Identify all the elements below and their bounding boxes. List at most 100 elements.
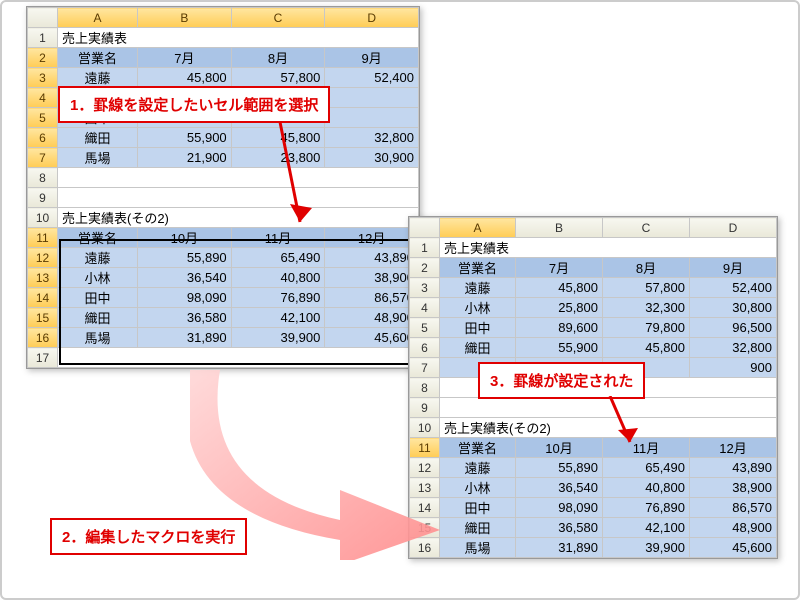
cell[interactable]: 36,580 [516,518,603,538]
cell[interactable]: 900 [690,358,777,378]
cell[interactable]: 11月 [231,228,325,248]
cell[interactable]: 30,900 [325,148,419,168]
cell[interactable]: 8月 [603,258,690,278]
cell[interactable]: 79,800 [603,318,690,338]
col-header-A[interactable]: A [440,218,516,238]
cell[interactable] [58,188,419,208]
cell[interactable]: 10月 [138,228,232,248]
cell[interactable]: 7月 [516,258,603,278]
row-header[interactable]: 3 [410,278,440,298]
col-header-D[interactable]: D [690,218,777,238]
cell[interactable]: 98,090 [138,288,232,308]
cell[interactable]: 76,890 [603,498,690,518]
cell[interactable]: 営業名 [440,438,516,458]
cell[interactable]: 45,800 [603,338,690,358]
cell[interactable]: 76,890 [231,288,325,308]
cell[interactable]: 25,800 [516,298,603,318]
row-header[interactable]: 2 [28,48,58,68]
row-header[interactable]: 2 [410,258,440,278]
row-header[interactable]: 16 [410,538,440,558]
cell[interactable]: 42,100 [603,518,690,538]
row-header[interactable]: 1 [410,238,440,258]
col-header-D[interactable]: D [325,8,419,28]
cell[interactable]: 織田 [440,518,516,538]
cell[interactable]: 39,900 [231,328,325,348]
row-header[interactable]: 4 [28,88,58,108]
cell[interactable]: 36,580 [138,308,232,328]
row-header[interactable]: 11 [410,438,440,458]
cell[interactable]: 96,500 [690,318,777,338]
row-header[interactable]: 4 [410,298,440,318]
row-header[interactable]: 14 [410,498,440,518]
cell[interactable]: 馬場 [58,328,138,348]
row-header[interactable]: 14 [28,288,58,308]
cell[interactable]: 40,800 [603,478,690,498]
cell[interactable]: 32,800 [325,128,419,148]
cell[interactable]: 田中 [440,498,516,518]
cell[interactable]: 43,890 [325,248,419,268]
cell[interactable]: 39,900 [603,538,690,558]
cell[interactable]: 織田 [440,338,516,358]
row-header[interactable]: 8 [28,168,58,188]
cell[interactable]: 55,900 [516,338,603,358]
cell[interactable]: 23,800 [231,148,325,168]
cell[interactable]: 10月 [516,438,603,458]
grid-before[interactable]: A B C D 1 売上実績表 2 営業名 7月 8月 9月 3 遠藤 45,8… [27,7,419,368]
cell[interactable]: 営業名 [58,228,138,248]
cell[interactable] [58,348,419,368]
cell[interactable]: 織田 [58,128,138,148]
cell[interactable]: 田中 [58,288,138,308]
cell[interactable]: 営業名 [440,258,516,278]
corner-cell[interactable] [410,218,440,238]
cell[interactable]: 89,600 [516,318,603,338]
cell[interactable] [325,88,419,108]
col-header-A[interactable]: A [58,8,138,28]
cell[interactable]: 86,570 [325,288,419,308]
cell[interactable]: 31,890 [138,328,232,348]
col-header-B[interactable]: B [138,8,232,28]
col-header-B[interactable]: B [516,218,603,238]
row-header[interactable]: 9 [410,398,440,418]
cell[interactable]: 9月 [690,258,777,278]
row-header[interactable]: 6 [28,128,58,148]
title-cell[interactable]: 売上実績表 [58,28,419,48]
cell[interactable]: 織田 [58,308,138,328]
row-header[interactable]: 5 [410,318,440,338]
cell[interactable]: 32,800 [690,338,777,358]
cell[interactable]: 48,900 [325,308,419,328]
cell[interactable]: 38,900 [690,478,777,498]
cell[interactable]: 12月 [325,228,419,248]
cell[interactable]: 営業名 [58,48,138,68]
cell[interactable]: 9月 [325,48,419,68]
row-header[interactable]: 16 [28,328,58,348]
cell[interactable]: 43,890 [690,458,777,478]
row-header[interactable]: 15 [28,308,58,328]
row-header[interactable]: 12 [28,248,58,268]
cell[interactable]: 田中 [440,318,516,338]
title-cell[interactable]: 売上実績表(その2) [58,208,419,228]
cell[interactable] [58,168,419,188]
cell[interactable]: 遠藤 [58,68,138,88]
cell[interactable]: 45,600 [325,328,419,348]
cell[interactable]: 86,570 [690,498,777,518]
corner-cell[interactable] [28,8,58,28]
cell[interactable]: 11月 [603,438,690,458]
row-header[interactable]: 5 [28,108,58,128]
row-header[interactable]: 3 [28,68,58,88]
cell[interactable]: 馬場 [440,538,516,558]
row-header[interactable]: 8 [410,378,440,398]
cell[interactable]: 65,490 [603,458,690,478]
row-header[interactable]: 1 [28,28,58,48]
cell[interactable]: 遠藤 [440,278,516,298]
cell[interactable]: 遠藤 [440,458,516,478]
cell[interactable]: 98,090 [516,498,603,518]
cell[interactable]: 31,890 [516,538,603,558]
cell[interactable]: 38,900 [325,268,419,288]
cell[interactable]: 小林 [440,478,516,498]
cell[interactable]: 42,100 [231,308,325,328]
cell[interactable]: 55,900 [138,128,232,148]
cell[interactable]: 57,800 [231,68,325,88]
row-header[interactable]: 13 [28,268,58,288]
row-header[interactable]: 11 [28,228,58,248]
row-header[interactable]: 6 [410,338,440,358]
